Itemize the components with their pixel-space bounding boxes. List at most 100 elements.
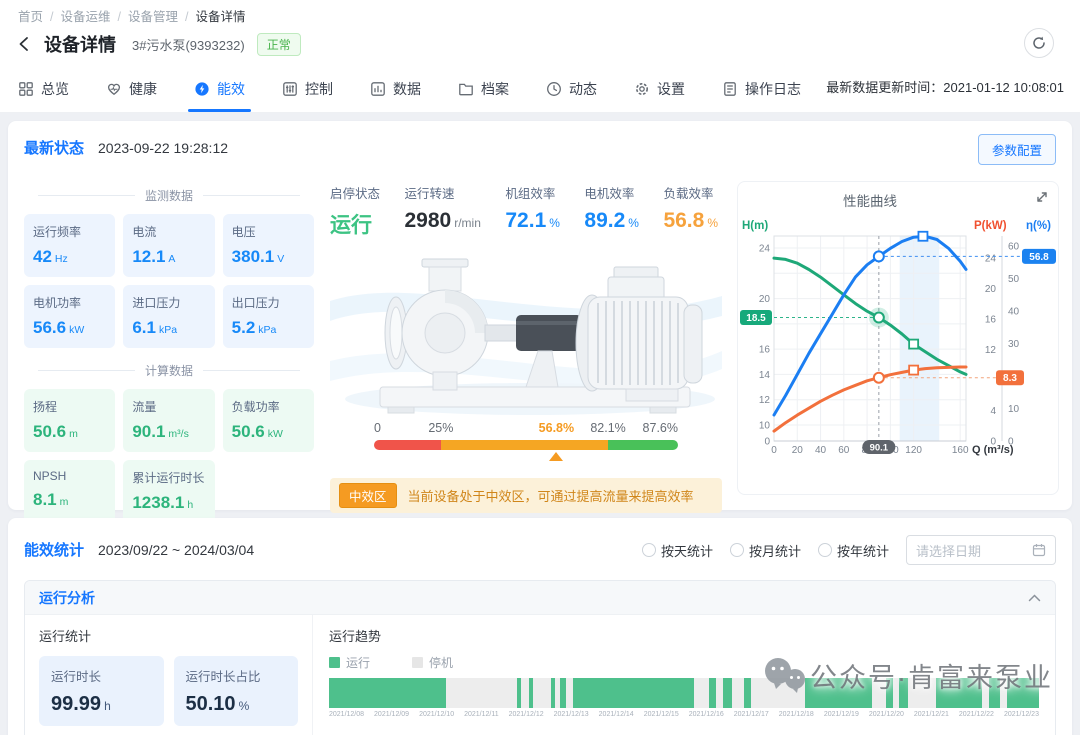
- zone-banner-text: 当前设备处于中效区，可通过提高流量来提高效率: [408, 486, 694, 505]
- metric-label: 扬程: [33, 398, 106, 415]
- tab-gear[interactable]: 设置: [634, 79, 685, 112]
- current-point-η: [874, 251, 884, 261]
- metric-label: 运行频率: [33, 223, 106, 240]
- chart-tick-label: 16: [759, 345, 771, 356]
- run-card-unit: %: [239, 699, 250, 713]
- folder-icon: [458, 81, 474, 97]
- h-axis-name: H(m): [742, 220, 768, 232]
- stat-radio[interactable]: 按天统计: [642, 541, 713, 560]
- tab-log[interactable]: 操作日志: [722, 79, 801, 112]
- performance-curve-panel: 性能曲线H(m)P(kW)η(%)24201614121002420161240…: [737, 181, 1059, 495]
- chart-tick-label: 12: [985, 345, 997, 356]
- breadcrumb-item[interactable]: 设备管理: [128, 10, 178, 24]
- chart-tick-label: 14: [759, 370, 771, 381]
- trend-date: 2021/12/23: [1004, 711, 1039, 718]
- status-badge: 正常: [257, 33, 301, 56]
- refresh-button[interactable]: [1024, 28, 1054, 58]
- date-picker-placeholder: 请选择日期: [916, 541, 981, 560]
- chart-tick-label: 24: [759, 244, 771, 255]
- log-icon: [722, 81, 738, 97]
- x-axis-name: Q (m³/s): [972, 444, 1014, 456]
- run-stat-card: 运行时长占比50.10%: [174, 656, 299, 726]
- tab-label: 动态: [569, 79, 597, 99]
- run-trend-title: 运行趋势: [329, 626, 1039, 645]
- gauge-tick-labels: 025%56.8%82.1%87.6%: [374, 421, 678, 438]
- gauge-tick-label: 56.8%: [539, 421, 574, 435]
- expand-icon[interactable]: [1035, 190, 1049, 209]
- zone-badge: 中效区: [339, 483, 397, 508]
- metric-unit: A: [168, 253, 175, 265]
- trend-date: 2021/12/19: [824, 711, 859, 718]
- trend-legend: 运行停机: [329, 654, 1039, 671]
- tab-control[interactable]: 控制: [282, 79, 333, 112]
- radio-icon: [642, 543, 656, 557]
- chart-tick-label: 60: [838, 445, 850, 456]
- chart-tick-label: 20: [759, 294, 771, 305]
- chart-tick-label: 10: [759, 421, 771, 432]
- gauge-tick-label: 87.6%: [643, 421, 678, 435]
- tab-energy[interactable]: 能效: [194, 79, 245, 112]
- run-segment: [886, 678, 893, 708]
- chart-tick-label: 60: [1008, 242, 1020, 253]
- latest-status-time: 2023-09-22 19:28:12: [98, 140, 228, 156]
- performance-chart: 性能曲线H(m)P(kW)η(%)24201614121002420161240…: [738, 186, 1058, 474]
- tab-grid[interactable]: 总览: [18, 79, 69, 112]
- breadcrumb-item[interactable]: 设备运维: [61, 10, 111, 24]
- tab-folder[interactable]: 档案: [458, 79, 509, 112]
- back-icon[interactable]: [16, 34, 36, 54]
- run-segment: [573, 678, 694, 708]
- trend-date: 2021/12/10: [419, 711, 454, 718]
- breadcrumb-item[interactable]: 设备详情: [196, 10, 246, 24]
- chart-tick-label: 30: [1008, 339, 1020, 350]
- h-value-badge-text: 18.5: [746, 313, 766, 324]
- tab-clock[interactable]: 动态: [546, 79, 597, 112]
- tab-label: 健康: [129, 79, 157, 99]
- metric-unit: kW: [268, 428, 283, 440]
- collapse-chevron-icon[interactable]: [1028, 593, 1041, 603]
- update-time-value: 2021-01-12 10:08:01: [943, 80, 1064, 95]
- current-point-H: [874, 313, 884, 323]
- run-card-value: 50.10%: [186, 693, 287, 716]
- energy-stats-head: 能效统计 2023/09/22 ~ 2024/03/04: [24, 539, 254, 560]
- q-value-badge-text: 90.1: [870, 443, 889, 454]
- run-stat-label: 启停状态: [330, 183, 380, 202]
- chart-tick-label: 20: [792, 445, 804, 456]
- tab-label: 控制: [305, 79, 333, 99]
- tab-data[interactable]: 数据: [370, 79, 421, 112]
- metric-unit: h: [187, 499, 193, 511]
- p-axis-name: P(kW): [974, 220, 1007, 232]
- chart-tick-label: 0: [771, 445, 777, 456]
- run-analysis-head: 运行分析: [25, 581, 1055, 615]
- update-time-label: 最新数据更新时间：: [826, 80, 943, 95]
- breadcrumb-separator: /: [118, 10, 121, 24]
- run-segment: [899, 678, 908, 708]
- trend-date-labels: 2021/12/082021/12/092021/12/102021/12/11…: [329, 711, 1039, 718]
- param-config-button[interactable]: 参数配置: [978, 134, 1056, 165]
- energy-icon: [194, 81, 210, 97]
- run-segment: [560, 678, 566, 708]
- metric-label: 累计运行时长: [132, 469, 205, 486]
- breadcrumb-item[interactable]: 首页: [18, 10, 43, 24]
- latest-status-head: 最新状态 2023-09-22 19:28:12: [24, 137, 228, 158]
- monitor-data-divider: 监测数据: [38, 187, 300, 204]
- radio-label: 按年统计: [837, 541, 889, 560]
- tab-label: 档案: [481, 79, 509, 99]
- metric-unit: kW: [69, 324, 84, 336]
- metric-value: 6.1kPa: [132, 318, 205, 338]
- legend-swatch: [329, 657, 340, 668]
- tab-heart[interactable]: 健康: [106, 79, 157, 112]
- date-picker-input[interactable]: 请选择日期: [906, 535, 1056, 565]
- heart-icon: [106, 81, 122, 97]
- pump-illustration: [330, 241, 722, 417]
- run-segment: [517, 678, 521, 708]
- stat-radio[interactable]: 按年统计: [818, 541, 889, 560]
- legend-swatch: [412, 657, 423, 668]
- stat-radio[interactable]: 按月统计: [730, 541, 801, 560]
- run-stats-row: 启停状态运行运行转速2980r/min机组效率72.1%电机效率89.2%负载效…: [330, 183, 722, 239]
- metric-unit: m: [60, 496, 69, 508]
- run-segment: [805, 678, 872, 708]
- rated-point-H: [909, 340, 918, 349]
- clock-icon: [546, 81, 562, 97]
- run-analysis-body: 运行统计 运行时长99.99h运行时长占比50.10% 运行趋势 运行停机 20…: [25, 615, 1055, 735]
- gauge-segment: [608, 440, 678, 450]
